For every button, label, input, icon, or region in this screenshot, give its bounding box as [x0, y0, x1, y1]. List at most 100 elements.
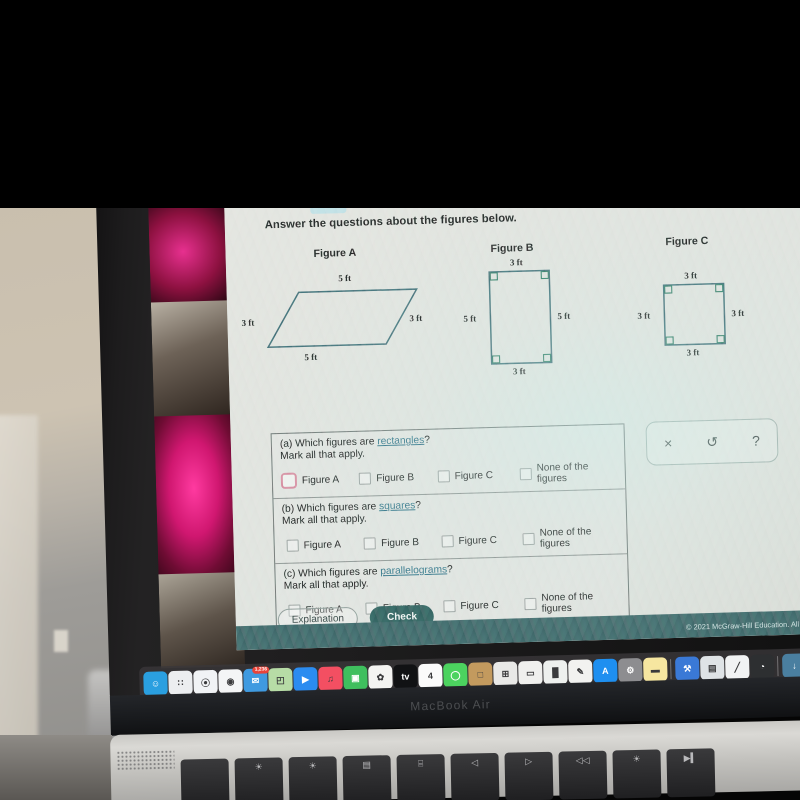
figure-b-dim-right: 5 ft	[557, 310, 571, 322]
option-b-figure-a[interactable]: Figure A	[283, 538, 365, 552]
dock-icon-glyph: ▬	[650, 664, 660, 675]
function-key-5[interactable]: ◁	[450, 752, 500, 800]
option-c-figure-c[interactable]: Figure C	[443, 598, 525, 613]
app-store-icon[interactable]: A	[593, 658, 618, 687]
maps-icon[interactable]: ◰	[268, 667, 293, 693]
question-a-suffix: ?	[424, 434, 431, 446]
checkbox-icon[interactable]	[443, 600, 456, 613]
help-icon[interactable]: ?	[752, 433, 760, 449]
checkbox-icon[interactable]	[359, 472, 372, 485]
safari-icon[interactable]: ⦿	[193, 669, 218, 699]
figure-a-dim-bottom: 5 ft	[304, 351, 318, 363]
messages-icon[interactable]: ◯	[443, 662, 468, 692]
laptop-screen: Answer the questions about the figures b…	[224, 181, 800, 651]
option-a-none[interactable]: None of the figures	[519, 461, 618, 486]
question-b: (b) Which figures are squares? Mark all …	[273, 489, 628, 565]
music-icon[interactable]: ♫	[318, 666, 343, 695]
function-key-4[interactable]: ⌸	[396, 753, 446, 800]
option-c-none[interactable]: None of the figures	[524, 591, 620, 616]
question-b-suffix: ?	[415, 500, 422, 512]
function-key-row[interactable]: ☀ ☀ ▤ ⌸ ◁ ▷ ◁◁ ☀ ▶▍	[180, 748, 716, 800]
checkbox-icon[interactable]	[363, 537, 377, 550]
dock-icon-glyph: ✿	[376, 671, 385, 682]
mail-icon[interactable]: ✉ 1,236	[243, 666, 270, 697]
appletv-icon[interactable]: tv	[393, 664, 418, 689]
function-key-6[interactable]: ▷	[504, 751, 554, 800]
launchpad-icon[interactable]: ∷	[168, 670, 193, 696]
figure-a-parallelogram	[266, 288, 418, 349]
option-a-figure-a[interactable]: Figure A	[280, 471, 360, 490]
dock-badge: 1,236	[252, 666, 270, 674]
function-key-0[interactable]	[180, 758, 230, 800]
function-key-3[interactable]: ▤	[342, 755, 392, 800]
zoom-icon[interactable]: ▤	[699, 655, 725, 684]
contacts-icon[interactable]: □	[468, 662, 493, 687]
figure-b-dim-left: 5 ft	[463, 313, 477, 324]
checkbox-icon[interactable]	[441, 535, 454, 548]
separator-1	[668, 657, 675, 681]
chrome-icon[interactable]: ◉	[218, 669, 243, 698]
browser-page: Answer the questions about the figures b…	[224, 181, 800, 651]
function-key-2[interactable]: ☀	[288, 756, 338, 800]
calendar-icon[interactable]: 4	[418, 663, 443, 689]
checkbox-icon[interactable]	[437, 470, 450, 483]
question-c-suffix: ?	[446, 564, 453, 576]
pages-icon[interactable]: ✎	[568, 659, 593, 688]
device-label: MacBook Air	[410, 697, 491, 714]
option-b-figure-b[interactable]: Figure B	[363, 536, 442, 550]
dock-icon-glyph: ♫	[326, 673, 334, 684]
wall-switch	[54, 630, 68, 652]
option-label: Figure C	[458, 534, 498, 547]
checkbox-icon[interactable]	[522, 533, 535, 546]
figure-c-dim-top: 3 ft	[684, 270, 698, 281]
dock-icon-glyph: A	[601, 665, 609, 677]
notes-icon[interactable]: ▬	[642, 657, 668, 686]
question-b-link[interactable]: squares	[379, 500, 416, 512]
undo-icon[interactable]: ↺	[706, 434, 718, 450]
option-a-figure-c[interactable]: Figure C	[437, 468, 520, 483]
function-key-9[interactable]: ▶▍	[666, 748, 716, 798]
dock-icon-glyph: ▭	[525, 667, 535, 678]
questions-card: (a) Which figures are rectangles? Mark a…	[270, 423, 630, 630]
keynote-icon[interactable]: ▭	[518, 660, 543, 690]
desk-left-edge	[0, 735, 112, 800]
figure-a-dim-right: 3 ft	[409, 312, 423, 324]
option-b-none[interactable]: None of the figures	[522, 526, 618, 551]
function-key-1[interactable]: ☀	[234, 757, 284, 800]
dock-icon-glyph: ∷	[177, 677, 184, 688]
xcode-icon[interactable]: ⚒	[674, 656, 700, 685]
option-label: None of the figures	[541, 591, 594, 615]
option-a-figure-b[interactable]: Figure B	[359, 471, 438, 485]
question-a-instruction: Mark all that apply.	[280, 448, 366, 462]
checkbox-icon[interactable]	[519, 468, 532, 481]
question-b-text: (b) Which figures are squares? Mark all …	[282, 495, 619, 528]
dock-icon-glyph: █	[552, 667, 559, 678]
finder-icon[interactable]: ☺	[143, 671, 168, 700]
calculator-icon[interactable]: ⊞	[493, 661, 518, 690]
photos-icon[interactable]: ✿	[368, 664, 393, 690]
trash-icon[interactable]: ◔	[749, 654, 775, 679]
speaker-grille	[116, 749, 175, 771]
preview-icon[interactable]: ╱	[724, 654, 750, 684]
figure-c-dim-right: 3 ft	[731, 307, 745, 319]
system-preferences-icon[interactable]: ⚙	[618, 657, 643, 683]
numbers-icon[interactable]: █	[543, 660, 568, 689]
dock-icon-glyph: ⚙	[626, 664, 635, 675]
checkbox-icon[interactable]	[280, 472, 298, 490]
dock-icon-glyph: ▶	[301, 673, 310, 684]
question-b-instruction: Mark all that apply.	[281, 513, 367, 528]
facetime-icon[interactable]: ▶	[293, 667, 318, 692]
clear-icon[interactable]: ×	[664, 435, 673, 451]
checkbox-icon[interactable]	[286, 539, 299, 552]
question-b-options: Figure A Figure B Figure C None of the f…	[282, 526, 618, 557]
option-b-figure-c[interactable]: Figure C	[441, 533, 523, 548]
function-key-8[interactable]: ☀	[612, 749, 662, 799]
checkbox-icon[interactable]	[524, 598, 537, 611]
photobooth-icon[interactable]: ▣	[343, 665, 368, 691]
dock-icon-glyph: ◰	[276, 674, 285, 685]
question-a-link[interactable]: rectangles	[377, 435, 424, 447]
question-c-link[interactable]: parallelograms	[380, 564, 447, 577]
function-key-7[interactable]: ◁◁	[558, 750, 608, 800]
dock-icon-glyph: tv	[401, 671, 410, 682]
downloads-folder-icon[interactable]: ↓	[781, 653, 800, 679]
